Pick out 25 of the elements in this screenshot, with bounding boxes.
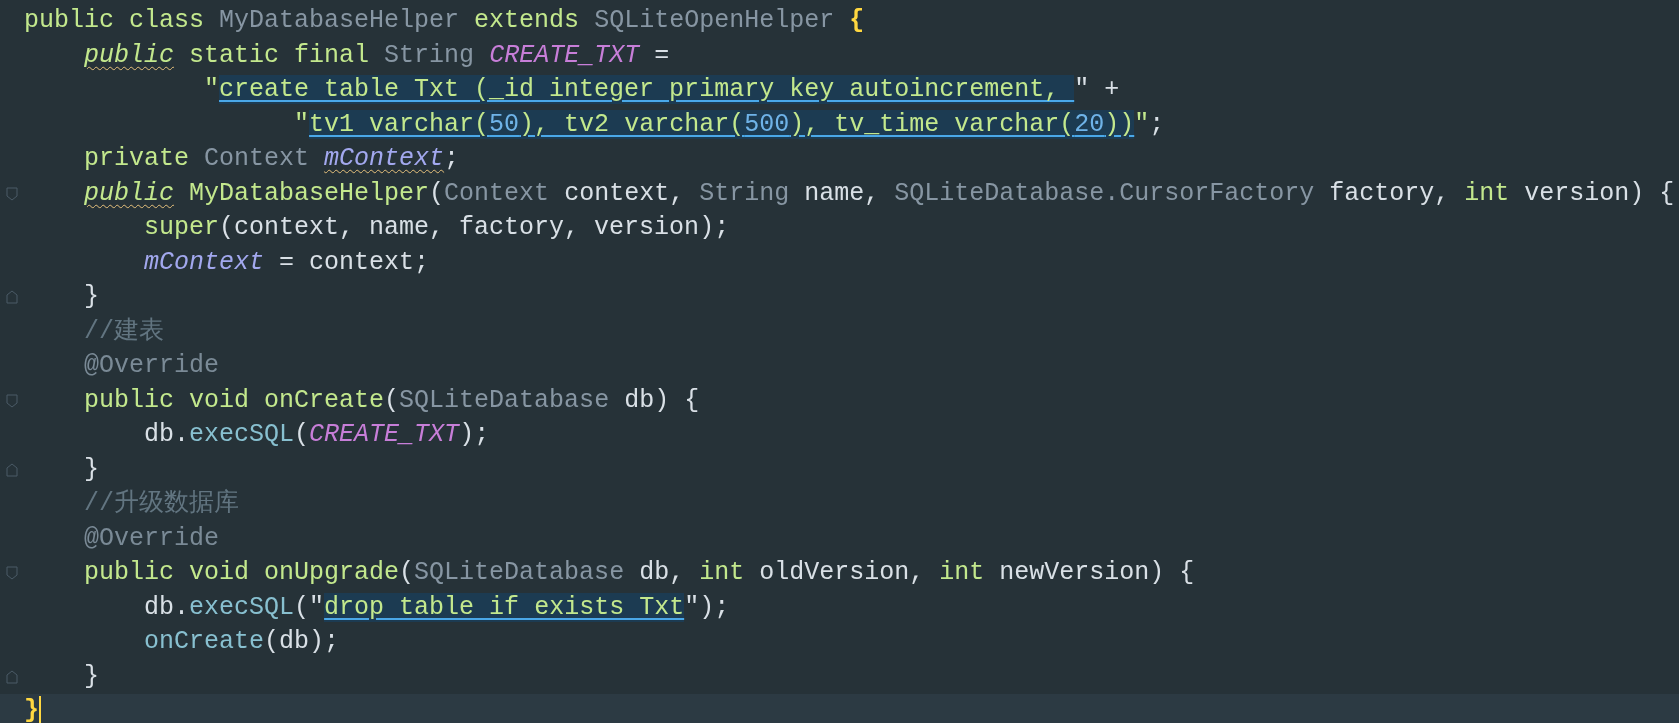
fold-marker-icon[interactable]: [6, 186, 18, 201]
fold-marker-icon[interactable]: [6, 566, 18, 581]
code-line: }: [83, 660, 100, 693]
code-line: public MyDatabaseHelper(Context context, String name, SQLiteDatabase.CursorFactory factory, int version) {: [83, 177, 1675, 210]
code-line: @Override: [83, 522, 220, 555]
code-line: db.execSQL(CREATE_TXT);: [143, 419, 490, 451]
fold-marker-icon[interactable]: [6, 393, 18, 408]
code-line: onCreate(db);: [143, 626, 340, 658]
fold-marker-icon[interactable]: [6, 669, 18, 684]
code-line: }: [83, 281, 100, 313]
code-line: public void onCreate(SQLiteDatabase db) {: [83, 384, 700, 417]
code-line: public void onUpgrade(SQLiteDatabase db, int oldVersion, int newVersion) {: [83, 557, 1195, 589]
code-line: private Context mContext;: [83, 143, 460, 175]
code-line: super(context, name, factory, version);: [143, 212, 730, 244]
code-line: }: [24, 695, 39, 723]
code-line: //建表: [83, 315, 165, 348]
code-line: public class MyDatabaseHelper extends SQLiteOpenHelper {: [24, 5, 865, 37]
code-line: @Override: [83, 350, 220, 382]
code-line: }: [83, 453, 100, 486]
fold-marker-icon[interactable]: [6, 462, 18, 477]
code-line: mContext = context;: [143, 246, 430, 279]
code-line: public static final String CREATE_TXT =: [83, 39, 670, 72]
code-line: //升级数据库: [83, 488, 240, 520]
fold-marker-icon[interactable]: [6, 290, 18, 305]
code-line: "tv1 varchar(50), tv2 varchar(500), tv_time varchar(20))";: [293, 108, 1165, 141]
